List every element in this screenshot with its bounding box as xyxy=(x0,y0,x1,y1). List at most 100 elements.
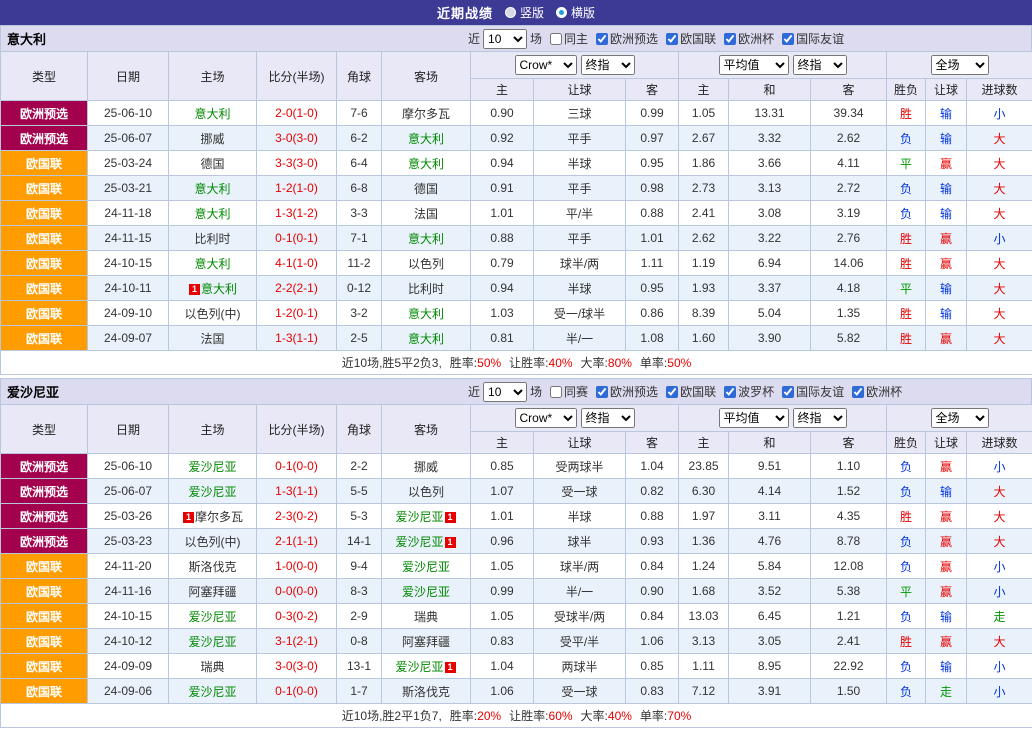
filter-option[interactable]: 欧洲杯 xyxy=(852,383,902,400)
filter-option[interactable]: 欧洲杯 xyxy=(724,30,774,47)
filter-checkbox[interactable] xyxy=(666,386,678,398)
avg-stage-select[interactable]: 终指 xyxy=(793,408,847,428)
score-cell: 0-1(0-0) xyxy=(257,454,337,479)
match-row: 欧洲预选25-03-261摩尔多瓦2-3(0-2)5-3爱沙尼亚11.01半球0… xyxy=(1,504,1032,529)
summary-stat: 胜率:50% xyxy=(450,356,501,370)
filter-bar: 近10场同主欧洲预选欧国联欧洲杯国际友谊 xyxy=(468,26,844,51)
date-cell: 24-11-18 xyxy=(88,201,169,226)
odds-cell: 13.31 xyxy=(729,101,811,126)
filter-checkbox[interactable] xyxy=(724,386,736,398)
filter-checkbox[interactable] xyxy=(782,33,794,45)
team-name: 德国 xyxy=(414,182,438,196)
match-row: 欧国联24-11-20斯洛伐克1-0(0-0)9-4爱沙尼亚1.05球半/两0.… xyxy=(1,554,1032,579)
column-header: 角球 xyxy=(337,405,382,454)
filter-checkbox[interactable] xyxy=(782,386,794,398)
match-row: 欧洲预选25-06-10爱沙尼亚0-1(0-0)2-2挪威0.85受两球半1.0… xyxy=(1,454,1032,479)
odds-cell: 受一球 xyxy=(534,679,626,704)
team-name: 爱沙尼亚 xyxy=(188,610,236,624)
odds-cell: 1.05 xyxy=(471,604,534,629)
odds-cell: 0.85 xyxy=(471,454,534,479)
filter-checkbox[interactable] xyxy=(550,386,562,398)
result-cell: 大 xyxy=(967,301,1032,326)
results-table: 类型日期主场比分(半场)角球客场Crow*终指平均值终指全场主让球客主和客胜负让… xyxy=(0,51,1032,375)
home-team-cell: 阿塞拜疆 xyxy=(169,579,257,604)
odds-stage-select[interactable]: 终指 xyxy=(581,408,635,428)
league-cell: 欧国联 xyxy=(1,226,88,251)
odds-cell: 0.99 xyxy=(626,101,679,126)
result-cell: 赢 xyxy=(926,529,967,554)
filter-checkbox[interactable] xyxy=(596,33,608,45)
filter-option[interactable]: 欧洲预选 xyxy=(596,383,658,400)
avg-stage-select[interactable]: 终指 xyxy=(793,55,847,75)
filter-checkbox[interactable] xyxy=(596,386,608,398)
filter-checkbox[interactable] xyxy=(550,33,562,45)
result-cell: 赢 xyxy=(926,326,967,351)
column-header: 角球 xyxy=(337,52,382,101)
filter-option[interactable]: 欧国联 xyxy=(666,383,716,400)
summary-cell: 近10场,胜2平1负7,胜率:20%让胜率:60%大率:40%单率:70% xyxy=(1,704,1032,728)
team-name: 以色列 xyxy=(408,257,444,271)
odds-stage-select[interactable]: 终指 xyxy=(581,55,635,75)
league-cell: 欧国联 xyxy=(1,276,88,301)
filter-option[interactable]: 同赛 xyxy=(550,383,588,400)
filter-option[interactable]: 同主 xyxy=(550,30,588,47)
odds-cell: 平手 xyxy=(534,126,626,151)
sub-column-header: 进球数 xyxy=(967,432,1032,454)
score-cell: 1-0(0-0) xyxy=(257,554,337,579)
column-header: 日期 xyxy=(88,405,169,454)
layout-option-vertical[interactable]: 竖版 xyxy=(505,4,544,21)
average-select[interactable]: 平均值 xyxy=(719,55,789,75)
recent-count-select[interactable]: 10 xyxy=(483,382,527,402)
corners-cell: 1-7 xyxy=(337,679,382,704)
league-cell: 欧国联 xyxy=(1,151,88,176)
home-team-cell: 比利时 xyxy=(169,226,257,251)
result-cell: 负 xyxy=(887,479,926,504)
match-row: 欧国联25-03-24德国3-3(3-0)6-4意大利0.94半球0.951.8… xyxy=(1,151,1032,176)
odds-cell: 1.24 xyxy=(679,554,729,579)
result-cell: 负 xyxy=(887,654,926,679)
radio-icon[interactable] xyxy=(556,7,567,18)
result-scope-group-header: 全场 xyxy=(887,52,1032,79)
odds-cell: 三球 xyxy=(534,101,626,126)
scope-select[interactable]: 全场 xyxy=(931,55,989,75)
result-cell: 赢 xyxy=(926,554,967,579)
scope-select[interactable]: 全场 xyxy=(931,408,989,428)
team-name: 意大利 xyxy=(408,307,444,321)
score-cell: 1-3(1-2) xyxy=(257,201,337,226)
filter-checkbox[interactable] xyxy=(666,33,678,45)
score-cell: 3-0(3-0) xyxy=(257,654,337,679)
filter-checkbox[interactable] xyxy=(852,386,864,398)
summary-row: 近10场,胜2平1负7,胜率:20%让胜率:60%大率:40%单率:70% xyxy=(1,704,1032,728)
odds-cell: 4.35 xyxy=(811,504,887,529)
filter-option[interactable]: 欧国联 xyxy=(666,30,716,47)
filter-option-label: 欧洲预选 xyxy=(610,383,658,400)
filter-option[interactable]: 国际友谊 xyxy=(782,383,844,400)
league-cell: 欧国联 xyxy=(1,201,88,226)
result-cell: 大 xyxy=(967,201,1032,226)
sub-column-header: 和 xyxy=(729,79,811,101)
home-team-cell: 爱沙尼亚 xyxy=(169,629,257,654)
score-cell: 3-3(3-0) xyxy=(257,151,337,176)
filter-option[interactable]: 欧洲预选 xyxy=(596,30,658,47)
odds-cell: 球半/两 xyxy=(534,554,626,579)
result-cell: 大 xyxy=(967,504,1032,529)
sub-column-header: 进球数 xyxy=(967,79,1032,101)
filter-option[interactable]: 波罗杯 xyxy=(724,383,774,400)
red-card-badge: 1 xyxy=(445,662,456,673)
filter-checkbox[interactable] xyxy=(724,33,736,45)
date-cell: 24-09-06 xyxy=(88,679,169,704)
corners-cell: 6-2 xyxy=(337,126,382,151)
layout-option-horizontal[interactable]: 横版 xyxy=(556,4,595,21)
team-section: 爱沙尼亚近10场同赛欧洲预选欧国联波罗杯国际友谊欧洲杯类型日期主场比分(半场)角… xyxy=(0,378,1032,728)
recent-count-select[interactable]: 10 xyxy=(483,29,527,49)
bookmaker-select[interactable]: Crow* xyxy=(515,55,577,75)
corners-cell: 9-4 xyxy=(337,554,382,579)
filter-option[interactable]: 国际友谊 xyxy=(782,30,844,47)
team-name: 斯洛伐克 xyxy=(402,685,450,699)
average-select[interactable]: 平均值 xyxy=(719,408,789,428)
radio-icon[interactable] xyxy=(505,7,516,18)
odds-cell: 2.67 xyxy=(679,126,729,151)
radio-label: 竖版 xyxy=(520,4,544,21)
team-name: 爱沙尼亚 xyxy=(395,660,443,674)
bookmaker-select[interactable]: Crow* xyxy=(515,408,577,428)
